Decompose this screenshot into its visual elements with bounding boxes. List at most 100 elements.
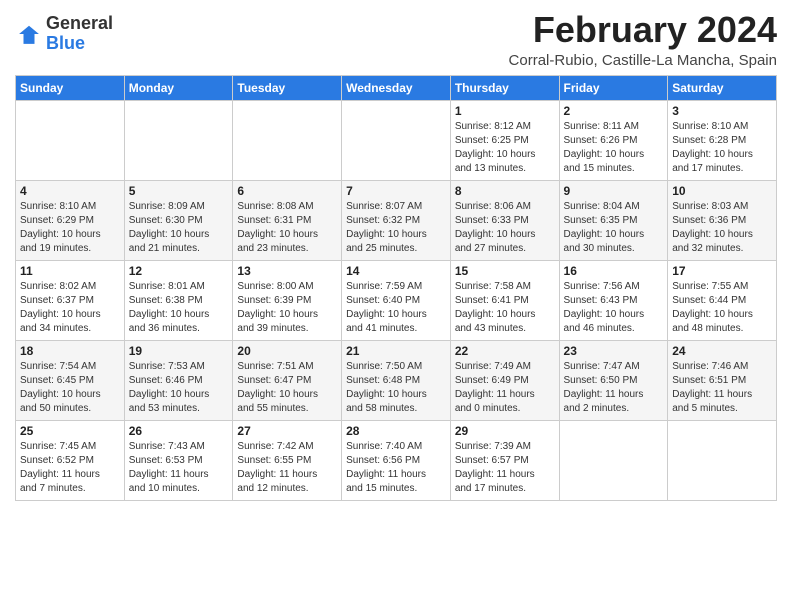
calendar-cell: 2Sunrise: 8:11 AM Sunset: 6:26 PM Daylig… xyxy=(559,100,668,180)
calendar-cell: 17 Sunrise: 7:55 AM Sunset: 6:44 PM Dayli… xyxy=(668,260,777,340)
weekday-header-cell: Thursday xyxy=(450,75,559,100)
calendar-cell: 13 Sunrise: 8:00 AM Sunset: 6:39 PM Dayli… xyxy=(233,260,342,340)
calendar-cell: 8 Sunrise: 8:06 AM Sunset: 6:33 PM Daylig… xyxy=(450,180,559,260)
calendar-cell: 10Sunrise: 8:03 AM Sunset: 6:36 PM Dayli… xyxy=(668,180,777,260)
calendar-cell: 14Sunrise: 7:59 AM Sunset: 6:40 PM Dayli… xyxy=(342,260,451,340)
day-info: Sunrise: 7:39 AM Sunset: 6:57 PM Dayligh… xyxy=(455,440,555,496)
day-info: Sunrise: 8:00 AM Sunset: 6:39 PM Dayligh… xyxy=(237,280,337,336)
calendar-body: 1 Sunrise: 8:12 AM Sunset: 6:25 PM Daylig… xyxy=(16,100,777,500)
weekday-header-cell: Friday xyxy=(559,75,668,100)
day-number: 22 xyxy=(455,344,555,358)
day-number: 20 xyxy=(237,344,337,358)
calendar-cell: 22 Sunrise: 7:49 AM Sunset: 6:49 PM Dayli… xyxy=(450,340,559,420)
day-info: Sunrise: 7:51 AM Sunset: 6:47 PM Dayligh… xyxy=(237,360,337,416)
weekday-header-row: SundayMondayTuesdayWednesdayThursdayFrid… xyxy=(16,75,777,100)
calendar-week-row: 11 Sunrise: 8:02 AM Sunset: 6:37 PM Dayli… xyxy=(16,260,777,340)
day-info: Sunrise: 8:06 AM Sunset: 6:33 PM Dayligh… xyxy=(455,200,555,256)
calendar-cell: 20 Sunrise: 7:51 AM Sunset: 6:47 PM Dayli… xyxy=(233,340,342,420)
day-number: 6 xyxy=(237,184,337,198)
weekday-header-cell: Sunday xyxy=(16,75,125,100)
calendar-cell: 24Sunrise: 7:46 AM Sunset: 6:51 PM Dayli… xyxy=(668,340,777,420)
location-title: Corral-Rubio, Castille-La Mancha, Spain xyxy=(509,52,777,69)
day-info: Sunrise: 7:53 AM Sunset: 6:46 PM Dayligh… xyxy=(129,360,229,416)
calendar: SundayMondayTuesdayWednesdayThursdayFrid… xyxy=(15,75,777,501)
day-info: Sunrise: 7:49 AM Sunset: 6:49 PM Dayligh… xyxy=(455,360,555,416)
day-info: Sunrise: 7:56 AM Sunset: 6:43 PM Dayligh… xyxy=(564,280,664,336)
logo-blue-text: Blue xyxy=(46,34,113,54)
title-area: February 2024 Corral-Rubio, Castille-La … xyxy=(509,10,777,69)
calendar-cell: 12 Sunrise: 8:01 AM Sunset: 6:38 PM Dayli… xyxy=(124,260,233,340)
day-number: 27 xyxy=(237,424,337,438)
day-number: 29 xyxy=(455,424,555,438)
weekday-header-cell: Monday xyxy=(124,75,233,100)
calendar-cell: 7 Sunrise: 8:07 AM Sunset: 6:32 PM Daylig… xyxy=(342,180,451,260)
day-number: 24 xyxy=(672,344,772,358)
month-title: February 2024 xyxy=(509,10,777,50)
day-info: Sunrise: 8:12 AM Sunset: 6:25 PM Dayligh… xyxy=(455,120,555,176)
day-info: Sunrise: 8:04 AM Sunset: 6:35 PM Dayligh… xyxy=(564,200,664,256)
day-number: 11 xyxy=(20,264,120,278)
day-number: 25 xyxy=(20,424,120,438)
day-number: 16 xyxy=(564,264,664,278)
day-number: 17 xyxy=(672,264,772,278)
day-number: 8 xyxy=(455,184,555,198)
day-number: 19 xyxy=(129,344,229,358)
day-info: Sunrise: 7:58 AM Sunset: 6:41 PM Dayligh… xyxy=(455,280,555,336)
day-info: Sunrise: 7:59 AM Sunset: 6:40 PM Dayligh… xyxy=(346,280,446,336)
day-info: Sunrise: 7:42 AM Sunset: 6:55 PM Dayligh… xyxy=(237,440,337,496)
logo: General Blue xyxy=(15,14,113,54)
calendar-cell: 5Sunrise: 8:09 AM Sunset: 6:30 PM Daylig… xyxy=(124,180,233,260)
calendar-cell: 16 Sunrise: 7:56 AM Sunset: 6:43 PM Dayli… xyxy=(559,260,668,340)
day-number: 15 xyxy=(455,264,555,278)
day-number: 10 xyxy=(672,184,772,198)
day-info: Sunrise: 7:54 AM Sunset: 6:45 PM Dayligh… xyxy=(20,360,120,416)
calendar-cell: 19 Sunrise: 7:53 AM Sunset: 6:46 PM Dayli… xyxy=(124,340,233,420)
calendar-cell: 29 Sunrise: 7:39 AM Sunset: 6:57 PM Dayli… xyxy=(450,420,559,500)
day-number: 28 xyxy=(346,424,446,438)
day-number: 18 xyxy=(20,344,120,358)
calendar-cell: 18 Sunrise: 7:54 AM Sunset: 6:45 PM Dayli… xyxy=(16,340,125,420)
day-number: 5 xyxy=(129,184,229,198)
day-info: Sunrise: 8:10 AM Sunset: 6:29 PM Dayligh… xyxy=(20,200,120,256)
calendar-cell: 11 Sunrise: 8:02 AM Sunset: 6:37 PM Dayli… xyxy=(16,260,125,340)
calendar-cell: 1 Sunrise: 8:12 AM Sunset: 6:25 PM Daylig… xyxy=(450,100,559,180)
calendar-cell: 28 Sunrise: 7:40 AM Sunset: 6:56 PM Dayli… xyxy=(342,420,451,500)
day-info: Sunrise: 8:10 AM Sunset: 6:28 PM Dayligh… xyxy=(672,120,772,176)
day-number: 12 xyxy=(129,264,229,278)
calendar-week-row: 18 Sunrise: 7:54 AM Sunset: 6:45 PM Dayli… xyxy=(16,340,777,420)
calendar-cell: 4 Sunrise: 8:10 AM Sunset: 6:29 PM Daylig… xyxy=(16,180,125,260)
calendar-cell xyxy=(16,100,125,180)
calendar-cell: 9 Sunrise: 8:04 AM Sunset: 6:35 PM Daylig… xyxy=(559,180,668,260)
calendar-cell xyxy=(124,100,233,180)
day-number: 9 xyxy=(564,184,664,198)
day-number: 13 xyxy=(237,264,337,278)
day-number: 4 xyxy=(20,184,120,198)
day-info: Sunrise: 7:50 AM Sunset: 6:48 PM Dayligh… xyxy=(346,360,446,416)
calendar-week-row: 1 Sunrise: 8:12 AM Sunset: 6:25 PM Daylig… xyxy=(16,100,777,180)
calendar-cell xyxy=(668,420,777,500)
day-number: 1 xyxy=(455,104,555,118)
day-number: 21 xyxy=(346,344,446,358)
day-info: Sunrise: 8:01 AM Sunset: 6:38 PM Dayligh… xyxy=(129,280,229,336)
day-info: Sunrise: 8:02 AM Sunset: 6:37 PM Dayligh… xyxy=(20,280,120,336)
logo-general-text: General xyxy=(46,14,113,34)
day-info: Sunrise: 8:07 AM Sunset: 6:32 PM Dayligh… xyxy=(346,200,446,256)
calendar-cell xyxy=(342,100,451,180)
weekday-header-cell: Tuesday xyxy=(233,75,342,100)
calendar-cell xyxy=(233,100,342,180)
day-info: Sunrise: 8:11 AM Sunset: 6:26 PM Dayligh… xyxy=(564,120,664,176)
day-number: 7 xyxy=(346,184,446,198)
calendar-week-row: 4 Sunrise: 8:10 AM Sunset: 6:29 PM Daylig… xyxy=(16,180,777,260)
header: General Blue February 2024 Corral-Rubio,… xyxy=(15,10,777,69)
calendar-cell: 6 Sunrise: 8:08 AM Sunset: 6:31 PM Daylig… xyxy=(233,180,342,260)
day-info: Sunrise: 7:55 AM Sunset: 6:44 PM Dayligh… xyxy=(672,280,772,336)
calendar-cell: 21 Sunrise: 7:50 AM Sunset: 6:48 PM Dayli… xyxy=(342,340,451,420)
weekday-header-cell: Saturday xyxy=(668,75,777,100)
weekday-header-cell: Wednesday xyxy=(342,75,451,100)
day-number: 23 xyxy=(564,344,664,358)
day-info: Sunrise: 7:40 AM Sunset: 6:56 PM Dayligh… xyxy=(346,440,446,496)
calendar-cell: 3Sunrise: 8:10 AM Sunset: 6:28 PM Daylig… xyxy=(668,100,777,180)
day-info: Sunrise: 8:08 AM Sunset: 6:31 PM Dayligh… xyxy=(237,200,337,256)
day-info: Sunrise: 7:43 AM Sunset: 6:53 PM Dayligh… xyxy=(129,440,229,496)
calendar-cell: 26Sunrise: 7:43 AM Sunset: 6:53 PM Dayli… xyxy=(124,420,233,500)
